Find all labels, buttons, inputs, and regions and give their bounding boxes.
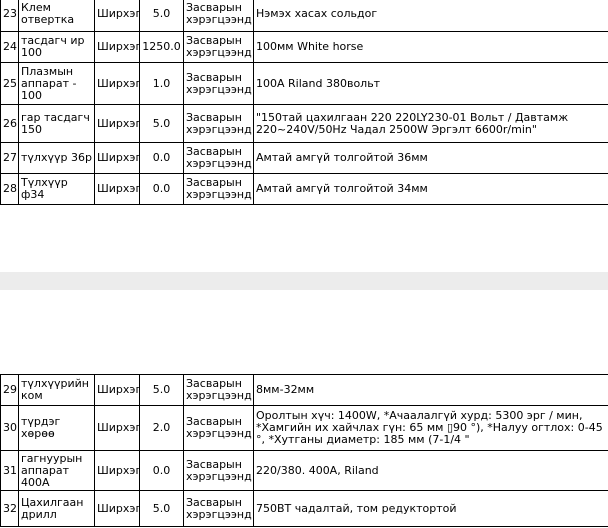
quantity-cell: 5.0 xyxy=(139,374,184,406)
row-number: 32 xyxy=(0,490,19,527)
item-name: Плазмын аппарат - 100 xyxy=(18,62,95,105)
document-page-1: 23 Клем отвертка Ширхэг 5.0 Засварын хэрэгцэ… xyxy=(0,0,608,272)
unit-cell: Ширхэг xyxy=(94,31,140,63)
item-name: түлхүүр 36р xyxy=(18,142,95,174)
item-name: тасдагч ир 100 xyxy=(18,31,95,63)
row-number: 29 xyxy=(0,374,19,406)
inventory-table-page-1: 23 Клем отвертка Ширхэг 5.0 Засварын хэрэгцэ… xyxy=(0,0,608,205)
unit-cell: Ширхэг xyxy=(94,374,140,406)
row-number: 26 xyxy=(0,104,19,143)
table-row: 25 Плазмын аппарат - 100 Ширхэг 1.0 Засварын… xyxy=(0,62,608,105)
quantity-cell: 2.0 xyxy=(139,405,184,451)
page-break-gap xyxy=(0,272,608,290)
unit-cell: Ширхэг xyxy=(94,62,140,105)
description-cell: "150тай цахилгаан 220 220LY230-01 Вольт … xyxy=(253,104,608,143)
table-row: 32 Цахилгаан дрилл Ширхэг 5.0 Засварын хэрэг… xyxy=(0,490,608,527)
unit-cell: Ширхэг xyxy=(94,142,140,174)
category-cell: Засварын хэрэгцээнд xyxy=(183,405,254,451)
quantity-cell: 0.0 xyxy=(139,450,184,491)
category-cell: Засварын хэрэгцээнд xyxy=(183,450,254,491)
unit-cell: Ширхэг xyxy=(94,405,140,451)
unit-cell: Ширхэг xyxy=(94,450,140,491)
table-row: 27 түлхүүр 36р Ширхэг 0.0 Засварын хэрэгцээн… xyxy=(0,142,608,174)
item-name: гагнуурын аппарат 400А xyxy=(18,450,95,491)
description-cell: Амтай амгүй толгойтой 34мм xyxy=(253,173,608,205)
category-cell: Засварын хэрэгцээнд xyxy=(183,104,254,143)
quantity-cell: 0.0 xyxy=(139,173,184,205)
description-cell: 220/380. 400A, Riland xyxy=(253,450,608,491)
table-row: 28 Түлхүүр ф34 Ширхэг 0.0 Засварын хэрэгцээн… xyxy=(0,173,608,205)
table-row: 24 тасдагч ир 100 Ширхэг 1250.0 Засварын хэр… xyxy=(0,31,608,63)
category-cell: Засварын хэрэгцээнд xyxy=(183,62,254,105)
category-cell: Засварын хэрэгцээнд xyxy=(183,374,254,406)
row-number: 23 xyxy=(0,0,19,32)
row-number: 27 xyxy=(0,142,19,174)
description-cell: 100A Riland 380вольт xyxy=(253,62,608,105)
description-cell: Нэмэх хасах сольдог xyxy=(253,0,608,32)
row-number: 30 xyxy=(0,405,19,451)
item-name: Түлхүүр ф34 xyxy=(18,173,95,205)
table-row: 23 Клем отвертка Ширхэг 5.0 Засварын хэрэгцэ… xyxy=(0,0,608,32)
quantity-cell: 1250.0 xyxy=(139,31,184,63)
description-cell: 8мм-32мм xyxy=(253,374,608,406)
category-cell: Засварын хэрэгцээнд xyxy=(183,0,254,32)
item-name: Цахилгаан дрилл xyxy=(18,490,95,527)
document-page-2: 29 түлхүүрийн ком Ширхэг 5.0 Засварын хэрэгц… xyxy=(0,290,608,528)
table-row: 29 түлхүүрийн ком Ширхэг 5.0 Засварын хэрэгц… xyxy=(0,374,608,406)
quantity-cell: 5.0 xyxy=(139,0,184,32)
item-name: түрдэг хөрөө xyxy=(18,405,95,451)
row-number: 28 xyxy=(0,173,19,205)
quantity-cell: 5.0 xyxy=(139,104,184,143)
unit-cell: Ширхэг xyxy=(94,0,140,32)
category-cell: Засварын хэрэгцээнд xyxy=(183,31,254,63)
unit-cell: Ширхэг xyxy=(94,490,140,527)
quantity-cell: 0.0 xyxy=(139,142,184,174)
description-cell: 750ВТ чадалтай, том редуктортой xyxy=(253,490,608,527)
quantity-cell: 5.0 xyxy=(139,490,184,527)
row-number: 24 xyxy=(0,31,19,63)
unit-cell: Ширхэг xyxy=(94,104,140,143)
description-cell: Оролтын хүч: 1400W, *Ачаалалгүй хурд: 53… xyxy=(253,405,608,451)
table-row: 30 түрдэг хөрөө Ширхэг 2.0 Засварын хэрэгцээ… xyxy=(0,405,608,451)
description-cell: 100мм White horse xyxy=(253,31,608,63)
item-name: түлхүүрийн ком xyxy=(18,374,95,406)
category-cell: Засварын хэрэгцээнд xyxy=(183,173,254,205)
row-number: 25 xyxy=(0,62,19,105)
table-row: 26 гар тасдагч 150 Ширхэг 5.0 Засварын хэрэг… xyxy=(0,104,608,143)
description-cell: Амтай амгүй толгойтой 36мм xyxy=(253,142,608,174)
category-cell: Засварын хэрэгцээнд xyxy=(183,142,254,174)
table-row: 31 гагнуурын аппарат 400А Ширхэг 0.0 Засвары… xyxy=(0,450,608,491)
inventory-table-page-2: 29 түлхүүрийн ком Ширхэг 5.0 Засварын хэрэгц… xyxy=(0,374,608,527)
item-name: гар тасдагч 150 xyxy=(18,104,95,143)
row-number: 31 xyxy=(0,450,19,491)
category-cell: Засварын хэрэгцээнд xyxy=(183,490,254,527)
quantity-cell: 1.0 xyxy=(139,62,184,105)
item-name: Клем отвертка xyxy=(18,0,95,32)
unit-cell: Ширхэг xyxy=(94,173,140,205)
